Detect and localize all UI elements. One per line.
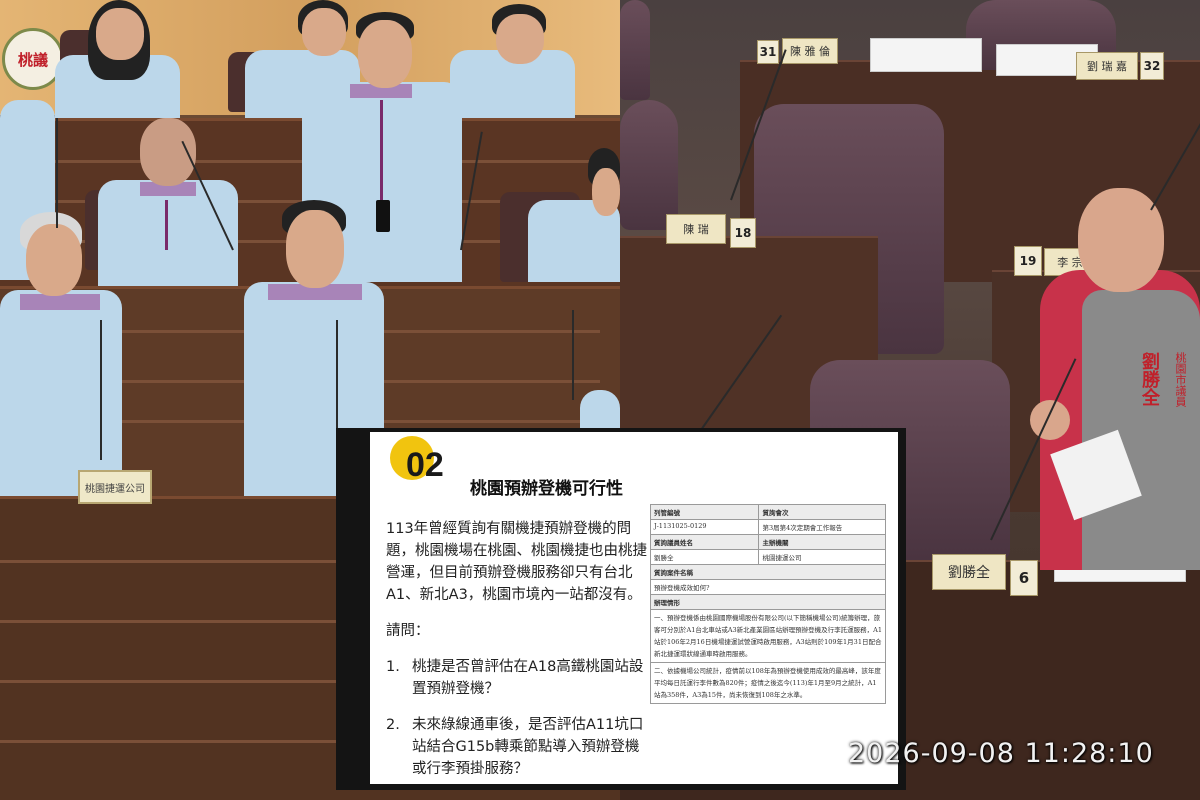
slide-intro: 113年曾經質詢有關機捷預辦登機的問題，桃園機場在桃園、桃園機捷也由桃捷營運，但… — [386, 521, 647, 603]
face — [96, 8, 144, 60]
face — [302, 8, 346, 56]
speaker-face — [1078, 188, 1164, 292]
table-cell: 質詢案件名稱 — [650, 564, 886, 580]
paper-stack — [870, 38, 982, 72]
seat-number: 19 — [1014, 246, 1042, 276]
face — [358, 20, 412, 88]
speaker-hand — [1030, 400, 1070, 440]
ask-label: 請問： — [386, 623, 430, 639]
table-cell: 桃園捷運公司 — [758, 549, 886, 565]
face — [496, 14, 544, 64]
seat-number: 32 — [1140, 52, 1164, 80]
councilor-nameplate: 陳 瑞 — [666, 214, 726, 244]
table-cell: 劉勝全 — [649, 549, 760, 565]
microphone — [56, 118, 58, 228]
question-number: 1. — [386, 659, 400, 675]
seat-number: 6 — [1010, 560, 1038, 596]
microphone — [100, 320, 102, 460]
speaker-vest — [1082, 290, 1200, 570]
speaker-vest-title: 桃園市議員 — [1174, 352, 1187, 407]
face — [26, 224, 82, 296]
question-text: 未來綠線通車後，是否評估A11坑口站結合G15b轉乘節點導入預辦登機或行李預掛服… — [412, 717, 644, 777]
chair — [620, 100, 678, 230]
question-list: 1. 桃捷是否曾評估在A18高鐵桃園站設置預辦登機？ 2. 未來綠線通車後，是否… — [386, 656, 648, 780]
seat-number: 18 — [730, 218, 756, 248]
presentation-slide-overlay: 02 桃園預辦登機可行性 113年曾經質詢有關機捷預辦登機的問題，桃園機場在桃園… — [336, 428, 906, 790]
inquiry-record-table: 列管編號 質詢會次 J-1131025-0129 第3屆第4次定期會工作報告 質… — [649, 504, 886, 704]
id-badge — [376, 200, 390, 232]
chair — [620, 0, 650, 100]
slide-title: 桃園預辦登機可行性 — [470, 479, 623, 499]
table-cell: 預辦登機成效如何? — [650, 579, 886, 595]
question-text: 桃捷是否曾評估在A18高鐵桃園站設置預辦登機？ — [412, 659, 644, 697]
slide-body: 113年曾經質詢有關機捷預辦登機的問題，桃園機場在桃園、桃園機捷也由桃捷營運，但… — [386, 518, 648, 794]
councilor-nameplate: 陳 雅 倫 — [782, 38, 838, 64]
table-cell: 列管編號 — [649, 504, 760, 520]
speaker-nameplate: 劉勝全 — [932, 554, 1006, 590]
video-timestamp: 2026-09-08 11:28:10 — [848, 738, 1154, 769]
councilor-nameplate: 劉 瑞 嘉 — [1076, 52, 1138, 80]
table-cell: 質詢議員姓名 — [649, 534, 760, 550]
table-cell: 第3屆第4次定期會工作報告 — [758, 519, 886, 535]
table-cell: J-1131025-0129 — [649, 519, 760, 535]
table-cell: 質詢會次 — [758, 504, 886, 520]
microphone — [572, 310, 574, 400]
desk-nameplate: 桃園捷運公司 — [78, 470, 152, 504]
question-item: 1. 桃捷是否曾評估在A18高鐵桃園站設置預辦登機？ — [386, 656, 648, 700]
question-number: 2. — [386, 717, 400, 733]
seat-number: 31 — [757, 40, 779, 64]
speaker-vest-name: 劉勝全 — [1139, 352, 1160, 406]
face — [286, 210, 344, 288]
section-number: 02 — [406, 446, 444, 484]
face — [592, 168, 620, 216]
table-cell: 辦理情形 — [650, 594, 886, 610]
slide-page: 02 桃園預辦登機可行性 113年曾經質詢有關機捷預辦登機的問題，桃園機場在桃園… — [370, 432, 898, 784]
official-middle-row — [98, 180, 238, 290]
table-cell: 一、預辦登機係由桃園國際機場股份有限公司(以下簡稱機場公司)統籌辦理，旅客可分別… — [650, 609, 886, 663]
table-cell: 主辦機關 — [758, 534, 886, 550]
table-cell: 二、依據機場公司統計，疫情前以108年為預辦登機使用成效的最高峰，該年度平均每日… — [650, 662, 886, 704]
question-item: 2. 未來綠線通車後，是否評估A11坑口站結合G15b轉乘節點導入預辦登機或行李… — [386, 714, 648, 780]
